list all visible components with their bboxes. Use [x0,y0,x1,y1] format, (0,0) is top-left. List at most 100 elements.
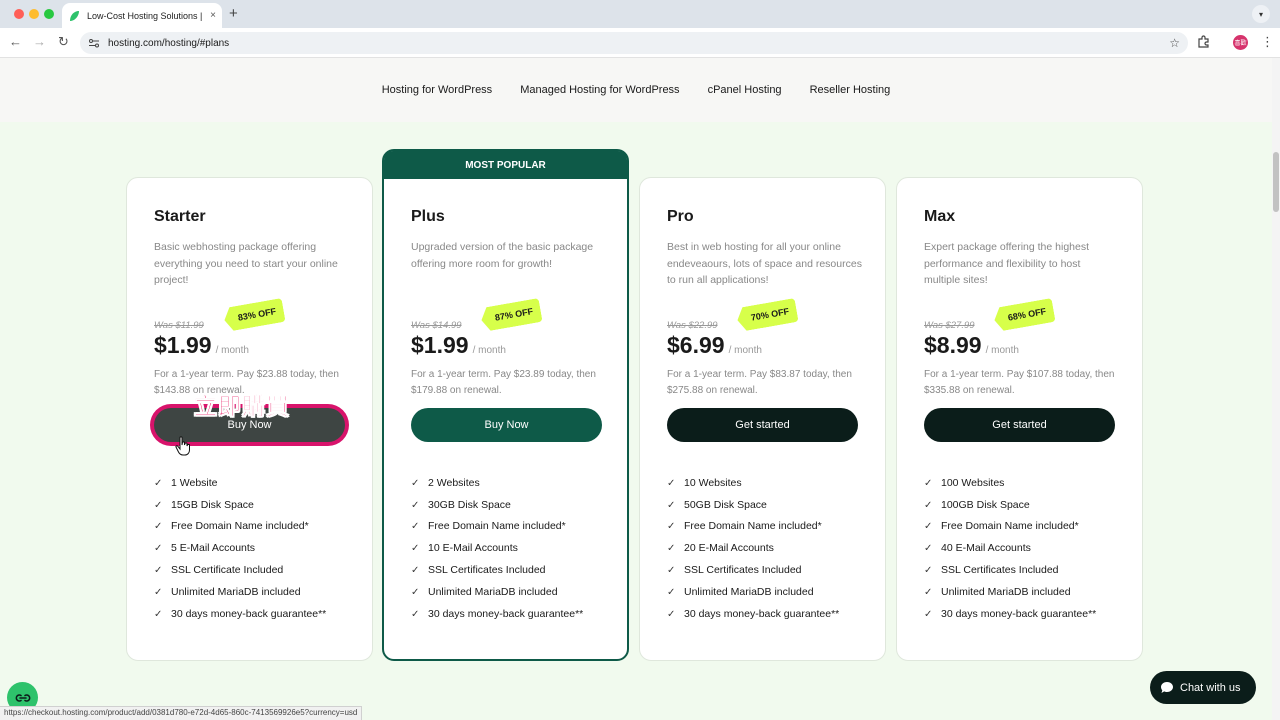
plan-name: Max [924,208,956,225]
extensions-puzzle-icon[interactable] [1197,35,1211,49]
discount-badge: 70% OFF [735,298,798,332]
feature-item: ✓ 30 days money-back guarantee** [667,607,840,620]
check-icon: ✓ [411,477,420,489]
browser-tab-bar: Low-Cost Hosting Solutions | × + ▾ [0,0,1280,28]
chat-bubble-icon [1161,682,1173,693]
check-icon: ✓ [154,586,163,598]
feature-item: ✓ SSL Certificate Included [154,564,284,577]
feature-item: ✓ Free Domain Name included* [924,520,1079,533]
feature-list: ✓ 10 Websites ✓ 50GB Disk Space ✓ Free Doma… [667,472,862,625]
feature-item: ✓ Unlimited MariaDB included [667,585,814,598]
subnav-cpanel-hosting[interactable]: cPanel Hosting [708,84,782,96]
check-icon: ✓ [411,543,420,555]
check-icon: ✓ [924,499,933,511]
feature-list: ✓ 100 Websites ✓ 100GB Disk Space ✓ Free Do… [924,472,1119,625]
check-icon: ✓ [667,543,676,555]
tab-title: Low-Cost Hosting Solutions | [87,10,203,21]
billing-term: For a 1-year term. Pay $83.87 today, the… [667,369,852,396]
bookmark-star-icon[interactable]: ☆ [1169,36,1180,50]
price-period: / month [985,345,1019,356]
feature-item: ✓ Unlimited MariaDB included [154,585,301,598]
subnav-wordpress-hosting[interactable]: Hosting for WordPress [382,84,492,96]
back-arrow-icon[interactable]: ← [9,34,22,49]
feature-item: ✓ 30GB Disk Space [411,498,511,511]
site-favicon-icon [70,10,79,21]
get-started-button-pro[interactable]: Get started [667,408,858,442]
address-bar[interactable]: hosting.com/hosting/#plans ☆ [80,32,1188,54]
check-icon: ✓ [411,499,420,511]
feature-item: ✓ 100 Websites [924,476,1005,489]
check-icon: ✓ [411,521,420,533]
chat-label: Chat with us [1180,681,1241,694]
plan-card-plus: MOST POPULAR Plus Upgraded version of th… [382,149,629,661]
link-status-bar: https://checkout.hosting.com/product/add… [0,706,363,720]
page-scrollbar-thumb[interactable] [1273,152,1279,212]
browser-tab[interactable]: Low-Cost Hosting Solutions | × [62,3,222,28]
plan-card-pro: Pro Best in web hosting for all your onl… [639,177,886,661]
tab-search-chevron-icon[interactable]: ▾ [1252,5,1270,23]
site-settings-icon[interactable] [88,37,100,49]
check-icon: ✓ [924,521,933,533]
url-text[interactable]: hosting.com/hosting/#plans [108,38,1169,49]
discount-badge: 68% OFF [992,298,1055,332]
feature-item: ✓ 30 days money-back guarantee** [154,607,327,620]
price-period: / month [472,345,506,356]
plan-description: Upgraded version of the basic package of… [411,241,594,270]
feature-list: ✓ 1 Website ✓ 15GB Disk Space ✓ Free Domain… [154,472,349,625]
feature-item: ✓ 2 Websites [411,476,480,489]
browser-menu-icon[interactable]: ⋮ [1261,34,1274,50]
profile-avatar[interactable]: 喜歡 [1233,35,1248,50]
plan-price: $6.99 [667,332,725,358]
feature-item: ✓ 30 days money-back guarantee** [924,607,1097,620]
plan-price: $1.99 [411,332,469,358]
billing-term: For a 1-year term. Pay $107.88 today, th… [924,369,1115,396]
reload-icon[interactable]: ↻ [58,34,69,50]
check-icon: ✓ [411,586,420,598]
get-started-button-max[interactable]: Get started [924,408,1115,442]
plan-price: $8.99 [924,332,982,358]
check-icon: ✓ [667,586,676,598]
window-zoom-button[interactable] [44,9,54,19]
feature-item: ✓ SSL Certificates Included [924,564,1059,577]
check-icon: ✓ [411,565,420,577]
infinity-link-icon [15,693,30,702]
price-period: / month [215,345,249,356]
hosting-subnav: Hosting for WordPress Managed Hosting fo… [0,58,1272,122]
original-price: Was $11.99 [154,320,204,331]
subnav-managed-wordpress[interactable]: Managed Hosting for WordPress [520,84,679,96]
feature-item: ✓ 5 E-Mail Accounts [154,542,256,555]
check-icon: ✓ [667,521,676,533]
chat-with-us-button[interactable]: Chat with us [1150,671,1256,704]
forward-arrow-icon[interactable]: → [33,34,46,49]
subnav-reseller-hosting[interactable]: Reseller Hosting [810,84,891,96]
check-icon: ✓ [667,608,676,620]
buy-now-button-plus[interactable]: Buy Now [411,408,602,442]
billing-term: For a 1-year term. Pay $23.89 today, the… [411,369,596,396]
feature-item: ✓ 40 E-Mail Accounts [924,542,1031,555]
check-icon: ✓ [154,608,163,620]
plan-name: Pro [667,208,694,225]
discount-badge: 87% OFF [479,298,542,332]
check-icon: ✓ [154,565,163,577]
window-close-button[interactable] [14,9,24,19]
feature-list: ✓ 2 Websites ✓ 30GB Disk Space ✓ Free Domai… [411,472,606,625]
check-icon: ✓ [154,543,163,555]
check-icon: ✓ [924,608,933,620]
feature-item: ✓ Free Domain Name included* [154,520,309,533]
feature-item: ✓ 1 Website [154,476,218,489]
browser-toolbar: ← → ↻ hosting.com/hosting/#plans ☆ 喜歡 ⋮ [0,28,1280,58]
discount-badge: 83% OFF [222,298,285,332]
feature-item: ✓ 15GB Disk Space [154,498,254,511]
check-icon: ✓ [667,565,676,577]
original-price: Was $22.99 [667,320,718,331]
new-tab-button[interactable]: + [229,5,238,22]
plan-name: Plus [411,208,445,225]
buy-now-annotation: 立即購買 [194,394,290,421]
plan-description: Basic webhosting package offering everyt… [154,241,338,286]
window-minimize-button[interactable] [29,9,39,19]
check-icon: ✓ [924,586,933,598]
original-price: Was $14.99 [411,320,462,331]
tab-close-icon[interactable]: × [210,10,216,21]
check-icon: ✓ [411,608,420,620]
plan-card-max: Max Expert package offering the highest … [896,177,1143,661]
